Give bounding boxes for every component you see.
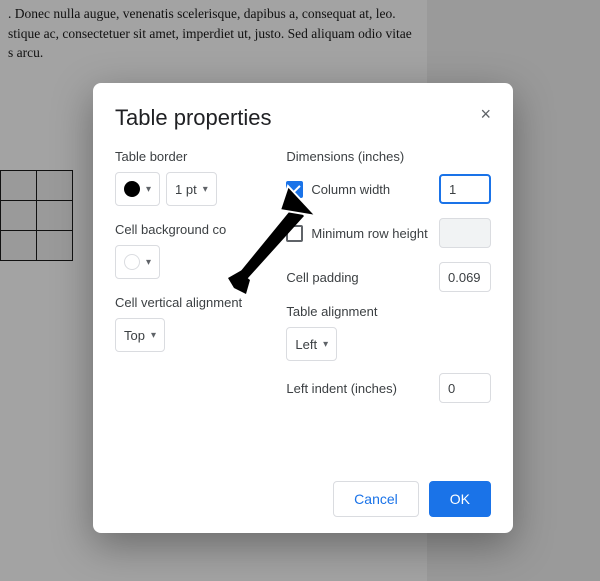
cell-padding-row: Cell padding <box>286 260 491 294</box>
left-column: Table border ▾ 1 pt ▾ Cell background co <box>115 149 272 415</box>
table-properties-dialog: Table properties × Table border ▾ 1 pt ▾ <box>93 83 513 533</box>
right-column: Dimensions (inches) Column width Minimum… <box>286 149 491 415</box>
left-indent-row: Left indent (inches) <box>286 371 491 405</box>
row-height-label: Minimum row height <box>311 226 427 241</box>
cell-background-dropdown[interactable]: ▾ <box>115 245 160 279</box>
dialog-title: Table properties <box>115 105 272 131</box>
caret-down-icon: ▾ <box>323 339 328 350</box>
cancel-button[interactable]: Cancel <box>333 481 419 517</box>
row-height-row: Minimum row height <box>286 216 491 250</box>
border-color-dropdown[interactable]: ▾ <box>115 172 160 206</box>
dialog-body: Table border ▾ 1 pt ▾ Cell background co <box>115 149 491 415</box>
caret-down-icon: ▾ <box>146 184 151 195</box>
row-height-checkbox[interactable] <box>286 225 303 242</box>
table-alignment-value: Left <box>295 337 317 352</box>
column-width-checkbox[interactable] <box>286 181 303 198</box>
cell-valign-value: Top <box>124 328 145 343</box>
column-width-input[interactable] <box>439 174 491 204</box>
row-height-input[interactable] <box>439 218 491 248</box>
cell-valign-label: Cell vertical alignment <box>115 295 272 310</box>
table-alignment-label: Table alignment <box>286 304 491 319</box>
color-swatch-icon <box>124 254 140 270</box>
caret-down-icon: ▾ <box>203 184 208 195</box>
table-alignment-row: Left ▾ <box>286 327 491 361</box>
cell-padding-label: Cell padding <box>286 270 358 285</box>
dialog-actions: Cancel OK <box>115 465 491 517</box>
left-indent-label: Left indent (inches) <box>286 381 397 396</box>
caret-down-icon: ▾ <box>146 257 151 268</box>
dimensions-label: Dimensions (inches) <box>286 149 491 164</box>
close-button[interactable]: × <box>480 105 491 123</box>
left-indent-input[interactable] <box>439 373 491 403</box>
cell-background-section: Cell background co ▾ <box>115 222 272 279</box>
table-border-section: Table border ▾ 1 pt ▾ <box>115 149 272 206</box>
table-border-label: Table border <box>115 149 272 164</box>
cell-padding-input[interactable] <box>439 262 491 292</box>
caret-down-icon: ▾ <box>151 330 156 341</box>
column-width-row: Column width <box>286 172 491 206</box>
cell-background-label: Cell background co <box>115 222 272 237</box>
border-size-value: 1 pt <box>175 182 197 197</box>
cell-valign-section: Cell vertical alignment Top ▾ <box>115 295 272 352</box>
border-size-dropdown[interactable]: 1 pt ▾ <box>166 172 217 206</box>
cell-valign-dropdown[interactable]: Top ▾ <box>115 318 165 352</box>
table-alignment-dropdown[interactable]: Left ▾ <box>286 327 337 361</box>
dialog-header: Table properties × <box>115 105 491 131</box>
column-width-label: Column width <box>311 182 390 197</box>
color-swatch-icon <box>124 181 140 197</box>
ok-button[interactable]: OK <box>429 481 491 517</box>
